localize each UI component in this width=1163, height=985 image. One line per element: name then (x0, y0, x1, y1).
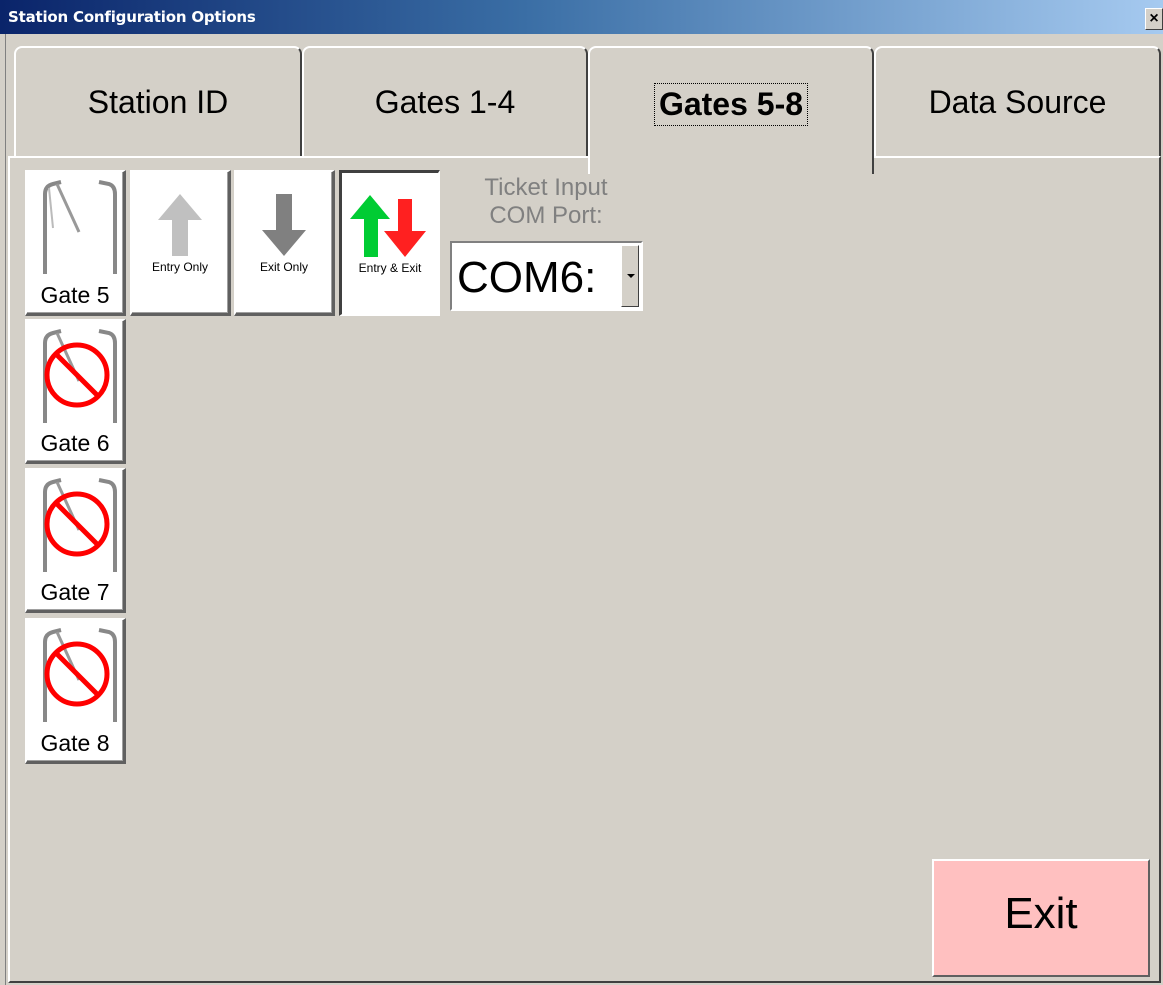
exit-button[interactable]: Exit (932, 859, 1150, 977)
down-arrow-icon (262, 194, 306, 256)
entry-only-button[interactable]: Entry Only (130, 170, 231, 316)
gate-6-button[interactable]: Gate 6 (25, 319, 126, 464)
tab-gates-1-4[interactable]: Gates 1-4 (302, 46, 588, 156)
up-down-arrows-icon (350, 195, 426, 257)
tab-label: Gates 1-4 (374, 84, 516, 120)
turnstile-icon (43, 180, 117, 274)
exit-label: Exit (1004, 889, 1078, 938)
window-title: Station Configuration Options (8, 8, 256, 26)
exit-only-button[interactable]: Exit Only (234, 170, 335, 316)
close-button[interactable]: × (1145, 8, 1163, 30)
gate-7-button[interactable]: Gate 7 (25, 468, 126, 613)
gate-5-button[interactable]: Gate 5 (25, 170, 126, 316)
entry-exit-button[interactable]: Entry & Exit (339, 170, 440, 316)
gate-label: Gate 6 (40, 430, 110, 456)
turnstile-disabled-icon (43, 478, 117, 572)
tab-label: Station ID (87, 84, 229, 120)
tab-data-source[interactable]: Data Source (874, 46, 1161, 156)
gate-label: Gate 8 (40, 730, 110, 756)
gate-8-button[interactable]: Gate 8 (25, 618, 126, 764)
gate-label: Gate 7 (40, 579, 110, 605)
entry-only-label: Entry Only (151, 260, 208, 274)
turnstile-disabled-icon (43, 628, 117, 722)
entry-exit-label: Entry & Exit (358, 261, 422, 275)
title-bar: Station Configuration Options × (0, 0, 1163, 34)
tab-gates-5-8[interactable]: Gates 5-8 (588, 46, 874, 174)
tab-station-id[interactable]: Station ID (14, 46, 302, 156)
gate-label: Gate 5 (40, 282, 110, 308)
exit-only-label: Exit Only (259, 260, 308, 274)
up-arrow-icon (158, 194, 202, 256)
turnstile-disabled-icon (43, 329, 117, 423)
tab-label: Gates 5-8 (653, 83, 809, 126)
tab-label: Data Source (928, 84, 1107, 120)
